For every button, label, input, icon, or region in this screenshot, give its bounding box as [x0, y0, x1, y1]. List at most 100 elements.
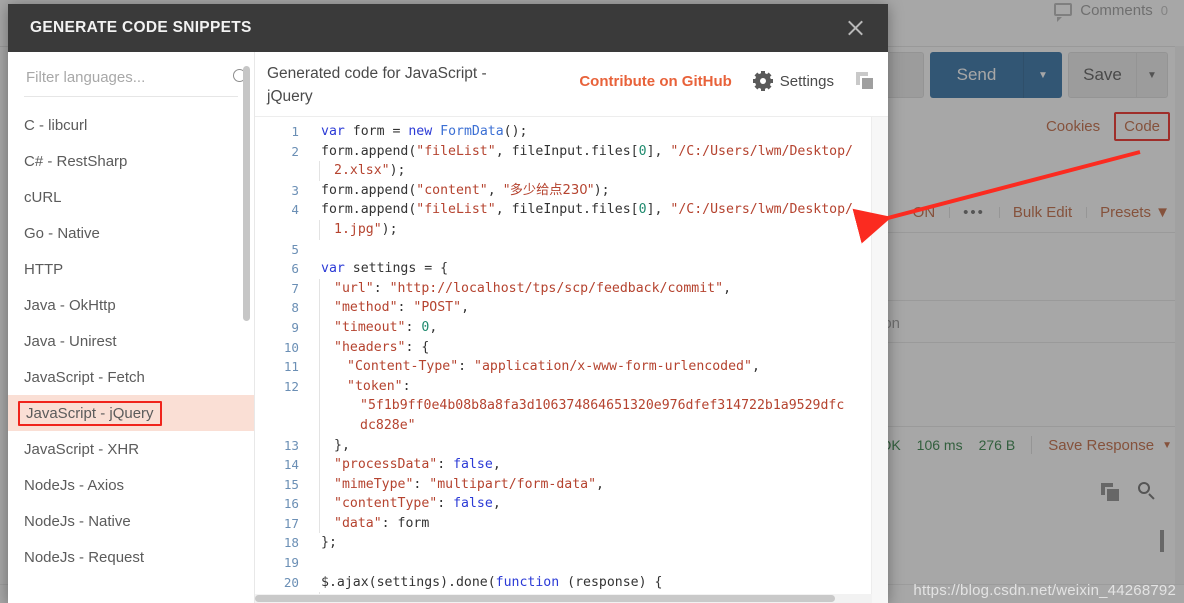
code-token: ,: [492, 496, 501, 512]
code-token: 0: [638, 202, 647, 218]
code-line-content[interactable]: "headers": {: [311, 337, 888, 358]
code-token: false: [453, 457, 493, 473]
language-item[interactable]: Java - OkHttp: [8, 287, 254, 323]
code-line-number: 11: [283, 359, 299, 375]
language-list[interactable]: C - libcurl C# - RestSharp cURL Go - Native…: [8, 97, 254, 603]
language-item[interactable]: JavaScript - jQuery: [8, 395, 254, 431]
code-line-content[interactable]: form.append("fileList", fileInput.files[…: [311, 142, 888, 162]
language-item[interactable]: C - libcurl: [8, 107, 254, 143]
code-line-content[interactable]: dc828e": [311, 415, 888, 436]
code-line-content[interactable]: var form = new FormData();: [311, 122, 888, 142]
code-token: false: [453, 496, 493, 512]
code-token: "processData": [334, 457, 438, 473]
code-line-content[interactable]: "processData": false,: [311, 455, 888, 475]
language-item[interactable]: C# - RestSharp: [8, 143, 254, 179]
code-token: );: [381, 221, 398, 237]
language-item[interactable]: JavaScript - Fetch: [8, 359, 254, 395]
code-line-content[interactable]: },: [311, 435, 888, 456]
language-item[interactable]: NodeJs - Axios: [8, 467, 254, 503]
code-token: :: [397, 300, 414, 316]
code-line-content[interactable]: 2.xlsx");: [311, 161, 888, 181]
code-lines: 1 var form = new FormData(); 2 form.append(…: [255, 117, 888, 603]
language-item[interactable]: NodeJs - Native: [8, 503, 254, 539]
code-line-content[interactable]: "data": form: [311, 513, 888, 534]
language-item[interactable]: Go - Native: [8, 215, 254, 251]
code-scrollbar-horizontal[interactable]: [255, 594, 872, 603]
copy-icon[interactable]: [856, 72, 874, 90]
code-token: 0: [638, 143, 647, 159]
code-token: function: [495, 574, 560, 590]
code-line-content[interactable]: 1.jpg");: [311, 219, 888, 240]
code-line-content[interactable]: "mimeType": "multipart/form-data",: [311, 474, 888, 495]
code-token: "5f1b9ff0e4b08b8a8fa3d106374864651320e97…: [360, 398, 845, 414]
language-item-label: C - libcurl: [24, 116, 88, 134]
language-list-scrollbar-thumb[interactable]: [243, 66, 250, 321]
code-token: form.append(: [321, 143, 417, 159]
code-token: ,: [723, 280, 732, 296]
code-line-content[interactable]: "url": "http://localhost/tps/scp/feedbac…: [311, 278, 888, 299]
code-scrollbar-vertical[interactable]: [871, 117, 888, 603]
code-token: "data": [334, 515, 382, 531]
code-line-number: 3: [291, 182, 299, 198]
filter-languages-input[interactable]: [24, 68, 227, 87]
language-item[interactable]: JavaScript - XHR: [8, 431, 254, 467]
code-line-content[interactable]: form.append("content", "多少给点230");: [311, 181, 888, 201]
language-item-label: HTTP: [24, 260, 64, 278]
language-item[interactable]: cURL: [8, 179, 254, 215]
code-token: ,: [751, 359, 760, 375]
code-line-number: 9: [291, 319, 299, 335]
code-token: ,: [487, 182, 504, 198]
code-line: 13},: [255, 435, 888, 456]
code-line-content[interactable]: "timeout": 0,: [311, 317, 888, 338]
modal-body: C - libcurl C# - RestSharp cURL Go - Native…: [8, 52, 888, 603]
code-line: 7 "url": "http://localhost/tps/scp/feedba…: [255, 278, 888, 299]
code-body[interactable]: 1 var form = new FormData(); 2 form.append(…: [255, 117, 888, 603]
code-line-content[interactable]: $.ajax(settings).done(function (response…: [311, 573, 888, 593]
language-item-label: JavaScript - Fetch: [24, 368, 145, 386]
code-token: "headers": [334, 339, 406, 355]
code-line-number: 6: [291, 261, 299, 277]
language-item-label: NodeJs - Request: [24, 548, 145, 566]
code-line: 1 var form = new FormData();: [255, 122, 888, 142]
language-item-label: JavaScript - XHR: [24, 440, 140, 458]
code-line-content[interactable]: [311, 553, 888, 573]
code-token: 1.jpg": [334, 221, 382, 237]
code-line-number: 13: [283, 437, 299, 453]
close-icon[interactable]: [840, 13, 870, 43]
code-token: "fileList": [416, 143, 496, 159]
code-line: 2 form.append("fileList", fileInput.files…: [255, 142, 888, 162]
settings-label: Settings: [779, 72, 834, 90]
search-icon[interactable]: [233, 69, 250, 87]
code-line: 11 "Content-Type": "application/x-www-for…: [255, 357, 888, 377]
modal-title: GENERATE CODE SNIPPETS: [30, 19, 252, 36]
code-token: "url": [334, 280, 374, 296]
code-line-content[interactable]: "token":: [311, 376, 888, 397]
settings-button[interactable]: Settings: [752, 71, 834, 91]
language-item-label: cURL: [24, 188, 62, 206]
code-line-content[interactable]: var settings = {: [311, 259, 888, 279]
code-line-content[interactable]: "5f1b9ff0e4b08b8a8fa3d106374864651320e97…: [311, 396, 888, 416]
language-item[interactable]: Java - Unirest: [8, 323, 254, 359]
code-token: :: [437, 496, 454, 512]
code-token: "application/x-www-form-urlencoded": [474, 359, 752, 375]
code-line-number: 16: [283, 496, 299, 512]
contribute-on-github-link[interactable]: Contribute on GitHub: [579, 73, 731, 90]
code-line-number: 4: [291, 202, 299, 218]
code-line-content[interactable]: form.append("fileList", fileInput.files[…: [311, 200, 888, 220]
code-line-content[interactable]: "Content-Type": "application/x-www-form-…: [311, 357, 888, 377]
code-line-content[interactable]: [311, 240, 888, 260]
code-line-number: 10: [283, 339, 299, 355]
language-item[interactable]: HTTP: [8, 251, 254, 287]
code-line: 3 form.append("content", "多少给点230");: [255, 181, 888, 201]
code-line-content[interactable]: "contentType": false,: [311, 494, 888, 514]
code-line: 6 var settings = {: [255, 259, 888, 279]
code-token: "mimeType": [334, 476, 414, 492]
code-token: : form: [381, 515, 430, 531]
watermark-url: https://blog.csdn.net/weixin_44268792: [913, 582, 1176, 599]
language-item[interactable]: NodeJs - Request: [8, 539, 254, 575]
code-token: , fileInput.files[: [495, 143, 639, 159]
code-line-content[interactable]: };: [311, 533, 888, 553]
code-scrollbar-horizontal-thumb[interactable]: [255, 595, 835, 602]
code-token: );: [389, 163, 406, 179]
code-line-content[interactable]: "method": "POST",: [311, 298, 888, 318]
